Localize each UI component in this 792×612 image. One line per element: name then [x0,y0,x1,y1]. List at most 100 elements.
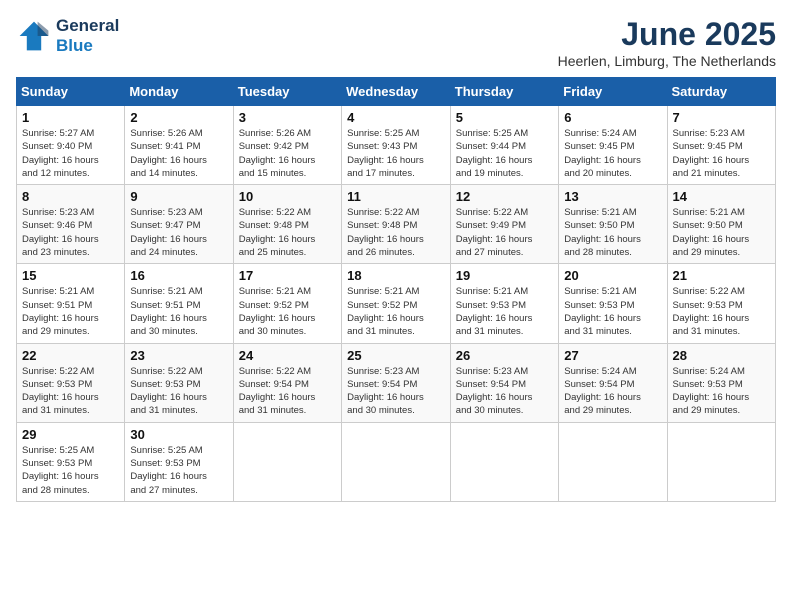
calendar-cell: 7 Sunrise: 5:23 AMSunset: 9:45 PMDaylight… [667,106,775,185]
calendar-cell: 27 Sunrise: 5:24 AMSunset: 9:54 PMDayligh… [559,343,667,422]
day-info: Sunrise: 5:21 AMSunset: 9:50 PMDaylight:… [673,206,770,259]
calendar-cell: 2 Sunrise: 5:26 AMSunset: 9:41 PMDaylight… [125,106,233,185]
day-number: 11 [347,189,445,204]
calendar-cell: 14 Sunrise: 5:21 AMSunset: 9:50 PMDayligh… [667,185,775,264]
calendar-cell: 10 Sunrise: 5:22 AMSunset: 9:48 PMDayligh… [233,185,341,264]
day-info: Sunrise: 5:21 AMSunset: 9:53 PMDaylight:… [456,285,553,338]
day-info: Sunrise: 5:21 AMSunset: 9:53 PMDaylight:… [564,285,661,338]
calendar-cell: 12 Sunrise: 5:22 AMSunset: 9:49 PMDayligh… [450,185,558,264]
day-info: Sunrise: 5:21 AMSunset: 9:50 PMDaylight:… [564,206,661,259]
col-header-saturday: Saturday [667,78,775,106]
calendar-cell: 25 Sunrise: 5:23 AMSunset: 9:54 PMDayligh… [342,343,451,422]
day-info: Sunrise: 5:24 AMSunset: 9:53 PMDaylight:… [673,365,770,418]
calendar-cell: 24 Sunrise: 5:22 AMSunset: 9:54 PMDayligh… [233,343,341,422]
day-number: 7 [673,110,770,125]
day-info: Sunrise: 5:22 AMSunset: 9:48 PMDaylight:… [239,206,336,259]
calendar-cell: 23 Sunrise: 5:22 AMSunset: 9:53 PMDayligh… [125,343,233,422]
day-number: 14 [673,189,770,204]
day-number: 21 [673,268,770,283]
day-number: 8 [22,189,119,204]
calendar-cell [233,422,341,501]
calendar-cell: 20 Sunrise: 5:21 AMSunset: 9:53 PMDayligh… [559,264,667,343]
calendar-cell: 21 Sunrise: 5:22 AMSunset: 9:53 PMDayligh… [667,264,775,343]
day-info: Sunrise: 5:23 AMSunset: 9:45 PMDaylight:… [673,127,770,180]
day-number: 22 [22,348,119,363]
calendar-cell: 4 Sunrise: 5:25 AMSunset: 9:43 PMDaylight… [342,106,451,185]
day-number: 25 [347,348,445,363]
day-info: Sunrise: 5:22 AMSunset: 9:49 PMDaylight:… [456,206,553,259]
day-number: 29 [22,427,119,442]
day-number: 4 [347,110,445,125]
calendar-cell: 29Sunrise: 5:25 AMSunset: 9:53 PMDayligh… [17,422,125,501]
day-number: 23 [130,348,227,363]
logo-text: General Blue [56,16,119,56]
calendar-cell: 8 Sunrise: 5:23 AMSunset: 9:46 PMDaylight… [17,185,125,264]
day-number: 1 [22,110,119,125]
calendar-cell: 16 Sunrise: 5:21 AMSunset: 9:51 PMDayligh… [125,264,233,343]
calendar-cell: 9Sunrise: 5:23 AMSunset: 9:47 PMDaylight… [125,185,233,264]
calendar-cell: 3Sunrise: 5:26 AMSunset: 9:42 PMDaylight… [233,106,341,185]
col-header-sunday: Sunday [17,78,125,106]
day-number: 13 [564,189,661,204]
calendar-week-row: 29Sunrise: 5:25 AMSunset: 9:53 PMDayligh… [17,422,776,501]
day-number: 17 [239,268,336,283]
day-number: 30 [130,427,227,442]
day-info: Sunrise: 5:26 AMSunset: 9:42 PMDaylight:… [239,127,336,180]
calendar-cell: 18 Sunrise: 5:21 AMSunset: 9:52 PMDayligh… [342,264,451,343]
day-info: Sunrise: 5:21 AMSunset: 9:52 PMDaylight:… [347,285,445,338]
calendar-cell [342,422,451,501]
calendar-cell: 5Sunrise: 5:25 AMSunset: 9:44 PMDaylight… [450,106,558,185]
day-info: Sunrise: 5:26 AMSunset: 9:41 PMDaylight:… [130,127,227,180]
day-number: 6 [564,110,661,125]
calendar-cell: 13 Sunrise: 5:21 AMSunset: 9:50 PMDayligh… [559,185,667,264]
day-info: Sunrise: 5:24 AMSunset: 9:54 PMDaylight:… [564,365,661,418]
day-info: Sunrise: 5:21 AMSunset: 9:51 PMDaylight:… [130,285,227,338]
col-header-friday: Friday [559,78,667,106]
day-info: Sunrise: 5:21 AMSunset: 9:52 PMDaylight:… [239,285,336,338]
calendar-cell: 17 Sunrise: 5:21 AMSunset: 9:52 PMDayligh… [233,264,341,343]
logo-icon [16,18,52,54]
calendar-cell: 30Sunrise: 5:25 AMSunset: 9:53 PMDayligh… [125,422,233,501]
day-info: Sunrise: 5:22 AMSunset: 9:53 PMDaylight:… [130,365,227,418]
day-info: Sunrise: 5:22 AMSunset: 9:53 PMDaylight:… [22,365,119,418]
day-number: 28 [673,348,770,363]
day-number: 27 [564,348,661,363]
day-number: 20 [564,268,661,283]
day-number: 10 [239,189,336,204]
calendar-week-row: 8 Sunrise: 5:23 AMSunset: 9:46 PMDaylight… [17,185,776,264]
day-number: 24 [239,348,336,363]
calendar-cell: 22 Sunrise: 5:22 AMSunset: 9:53 PMDayligh… [17,343,125,422]
calendar-week-row: 15Sunrise: 5:21 AMSunset: 9:51 PMDayligh… [17,264,776,343]
day-info: Sunrise: 5:22 AMSunset: 9:48 PMDaylight:… [347,206,445,259]
day-info: Sunrise: 5:23 AMSunset: 9:46 PMDaylight:… [22,206,119,259]
day-number: 12 [456,189,553,204]
calendar-cell: 15Sunrise: 5:21 AMSunset: 9:51 PMDayligh… [17,264,125,343]
day-info: Sunrise: 5:23 AMSunset: 9:47 PMDaylight:… [130,206,227,259]
day-info: Sunrise: 5:23 AMSunset: 9:54 PMDaylight:… [347,365,445,418]
day-number: 2 [130,110,227,125]
calendar-table: SundayMondayTuesdayWednesdayThursdayFrid… [16,77,776,502]
title-block: June 2025 Heerlen, Limburg, The Netherla… [558,16,776,69]
day-info: Sunrise: 5:22 AMSunset: 9:54 PMDaylight:… [239,365,336,418]
day-info: Sunrise: 5:27 AMSunset: 9:40 PMDaylight:… [22,127,119,180]
calendar-week-row: 1 Sunrise: 5:27 AMSunset: 9:40 PMDaylight… [17,106,776,185]
calendar-cell: 26 Sunrise: 5:23 AMSunset: 9:54 PMDayligh… [450,343,558,422]
day-number: 26 [456,348,553,363]
calendar-cell: 6Sunrise: 5:24 AMSunset: 9:45 PMDaylight… [559,106,667,185]
day-info: Sunrise: 5:22 AMSunset: 9:53 PMDaylight:… [673,285,770,338]
day-info: Sunrise: 5:25 AMSunset: 9:43 PMDaylight:… [347,127,445,180]
page-header: General Blue June 2025 Heerlen, Limburg,… [16,16,776,69]
month-title: June 2025 [558,16,776,53]
calendar-cell: 1 Sunrise: 5:27 AMSunset: 9:40 PMDaylight… [17,106,125,185]
day-number: 19 [456,268,553,283]
logo: General Blue [16,16,119,56]
calendar-cell: 28 Sunrise: 5:24 AMSunset: 9:53 PMDayligh… [667,343,775,422]
col-header-wednesday: Wednesday [342,78,451,106]
calendar-cell: 19 Sunrise: 5:21 AMSunset: 9:53 PMDayligh… [450,264,558,343]
day-number: 16 [130,268,227,283]
day-number: 18 [347,268,445,283]
calendar-cell [667,422,775,501]
day-info: Sunrise: 5:23 AMSunset: 9:54 PMDaylight:… [456,365,553,418]
day-number: 5 [456,110,553,125]
calendar-week-row: 22 Sunrise: 5:22 AMSunset: 9:53 PMDayligh… [17,343,776,422]
